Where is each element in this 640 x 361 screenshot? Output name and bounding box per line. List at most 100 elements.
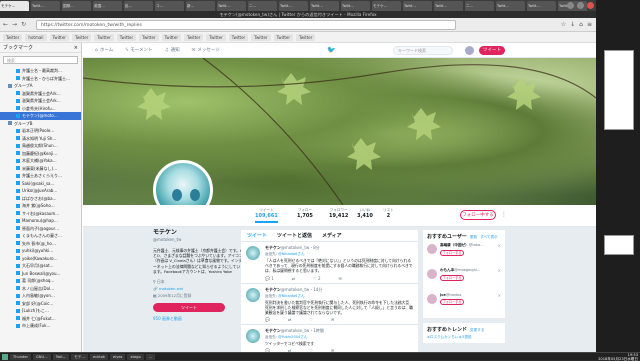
bookmark-star-icon[interactable]: ☆	[561, 21, 566, 28]
timeline-tab[interactable]: ツイートと返信	[277, 232, 312, 239]
sidebar-item[interactable]: サイ右(@kasaum…	[0, 210, 81, 218]
desktop-window-thumbnail[interactable]	[604, 50, 634, 130]
suggested-user[interactable]: 高嶋康（中国ゼ）@taka… フォローする ×	[427, 243, 501, 265]
dismiss-icon[interactable]: ×	[498, 268, 501, 273]
browser-tab[interactable]: 民…	[124, 1, 153, 11]
sidebar-item[interactable]: Jun Boswal(@you…	[0, 270, 81, 278]
taskbar-item[interactable]: GNU…	[33, 353, 51, 360]
like-icon[interactable]: ♡	[309, 317, 313, 322]
browser-tab[interactable]: Twitt…	[527, 1, 556, 11]
suggested-name[interactable]: 高嶋康（中国ゼ）	[440, 243, 469, 247]
taskbar-item[interactable]: …	[145, 353, 156, 360]
stat-4[interactable]: リスト 2	[383, 208, 394, 219]
bookmark-item[interactable]: Twitter	[206, 33, 226, 41]
sidebar-folder[interactable]: グループB	[0, 120, 81, 128]
browser-tab[interactable]: 英国…	[93, 1, 122, 11]
download-icon[interactable]: ↓	[570, 21, 575, 28]
bookmark-item[interactable]: Twitter	[183, 33, 204, 41]
reply-icon[interactable]: 💬 1	[265, 276, 274, 281]
sidebar-item[interactable]: 岩本正明(Poole…	[0, 127, 81, 135]
reply-icon[interactable]: 💬	[265, 317, 270, 322]
nav-home[interactable]: ⌂ ホーム	[95, 47, 113, 54]
sidebar-item[interactable]: [Lukch]もこ…	[0, 307, 81, 315]
bookmark-item[interactable]: Twitter	[116, 33, 137, 41]
sidebar-item[interactable]: 清水知明 Yuji Sh…	[0, 135, 81, 143]
sidebar-item[interactable]: 滋賀県弁護士会Ark…	[0, 90, 81, 98]
sidebar-item[interactable]: 大石早月(@sat…	[0, 262, 81, 270]
sidebar-item[interactable]: Mamorou(@hap…	[0, 217, 81, 225]
retweet-icon[interactable]: ⇄	[292, 276, 295, 281]
sidebar-item[interactable]: ばばひさお(@ba…	[0, 195, 81, 203]
reply-to-handle[interactable]: @Nikaido6さん	[278, 294, 304, 298]
tweet-avatar[interactable]	[246, 246, 260, 260]
browser-tab[interactable]: Twitt…	[31, 1, 60, 11]
maximize-button[interactable]	[577, 2, 584, 9]
sidebar-item[interactable]: モテケン(@moto…	[0, 112, 81, 120]
browser-tab[interactable]: Twitt…	[434, 1, 463, 11]
sidebar-item[interactable]: 原面内子(@agour…	[0, 225, 81, 233]
suggested-user[interactable]: jce@tiastos フォローする ×	[427, 293, 501, 315]
trend-item[interactable]: #ロスクムカンちレキ5週前	[427, 335, 501, 340]
screenshot-widget[interactable]	[604, 235, 634, 255]
bookmark-item[interactable]: Twitter	[94, 33, 114, 41]
media-link[interactable]: 950 画像と動画	[153, 316, 243, 322]
nav-moments[interactable]: ϟ モーメント	[125, 47, 152, 54]
taskbar-item[interactable]: eiyes	[110, 353, 126, 360]
sidebar-item[interactable]: Saki(@saki_sa…	[0, 180, 81, 188]
sidebar-item[interactable]: yuhki(@yuhki…	[0, 247, 81, 255]
suggested-user-avatar[interactable]	[427, 294, 437, 304]
sidebar-item[interactable]: 入内島敏(@yon…	[0, 292, 81, 300]
website-link[interactable]: motoken.net	[159, 286, 183, 291]
refresh-link[interactable]: 更新	[470, 235, 477, 239]
nav-notifications[interactable]: ♫ 通知	[165, 47, 180, 54]
timeline-tab[interactable]: ツイート	[247, 232, 267, 239]
close-sidebar-icon[interactable]: ×	[74, 43, 78, 52]
bookmark-item[interactable]: Twitter	[161, 33, 181, 41]
reply-to-handle[interactable]: @Yukin2004さん	[278, 335, 307, 339]
dismiss-icon[interactable]: ×	[498, 293, 501, 298]
taskbar-item[interactable]: xtego	[127, 353, 144, 360]
browser-tab[interactable]: 新…	[186, 1, 215, 11]
suggested-follow-button[interactable]: フォローする	[440, 299, 464, 305]
browser-tab[interactable]: Twitt…	[496, 1, 525, 11]
reply-to-handle[interactable]: @Nikaido6さん	[278, 252, 304, 256]
sidebar-item[interactable]: 鳥越俊太郎(Shun…	[0, 142, 81, 150]
sidebar-search-input[interactable]: 検索	[3, 56, 78, 64]
sidebar-item[interactable]: 海井 紫(@Soho…	[0, 202, 81, 210]
browser-tab[interactable]: ニ…	[465, 1, 494, 11]
suggested-user-avatar[interactable]	[427, 244, 437, 254]
bookmark-item[interactable]: Twitter	[139, 33, 159, 41]
browser-tab[interactable]: Twitt…	[279, 1, 308, 11]
minimize-button[interactable]	[567, 2, 574, 9]
suggested-user[interactable]: わもん本@moegoighi… フォローする ×	[427, 268, 501, 290]
back-icon[interactable]: ←	[3, 21, 8, 28]
home-icon[interactable]: ⌂	[579, 21, 583, 28]
sidebar-item[interactable]: 市上康成(Fuk…	[0, 322, 81, 330]
stat-1[interactable]: フォロー 1,705	[297, 208, 313, 219]
nav-tweet-button[interactable]: ツイート	[479, 46, 505, 55]
reload-icon[interactable]: ↻	[21, 21, 26, 28]
stat-3[interactable]: いいね 3,410	[357, 208, 373, 219]
taskbar-item[interactable]: Thunder	[10, 353, 31, 360]
suggested-follow-button[interactable]: フォローする	[440, 275, 464, 281]
tweet-avatar[interactable]	[246, 287, 260, 302]
sidebar-item[interactable]: 加藤慶紀(@Kenji…	[0, 150, 81, 158]
tweet-avatar[interactable]	[246, 329, 260, 344]
tweet-author-name[interactable]: モテケン	[265, 287, 281, 292]
twitter-bird-icon[interactable]: 🐦	[327, 46, 336, 54]
dismiss-icon[interactable]: ×	[498, 243, 501, 248]
browser-tab[interactable]: コ…	[155, 1, 184, 11]
browser-tab[interactable]: 国際…	[62, 1, 91, 11]
tweet-item[interactable]: モテケン@motoken_tw・14分 返信先: @Nikaido6さん 死刑判決を…	[241, 284, 418, 326]
website[interactable]: 🔗 motoken.net	[153, 285, 243, 292]
tweet-item[interactable]: モテケン@motoken_tw・8分 返信先: @Nikaido6さん 「人は人を死…	[241, 242, 418, 284]
sidebar-item[interactable]: 矢市 晋市(@_ho…	[0, 240, 81, 248]
close-window-button[interactable]	[587, 2, 594, 9]
taskbar-item[interactable]: ecktok	[90, 353, 108, 360]
forward-icon[interactable]: →	[12, 21, 17, 28]
profile-tweet-button[interactable]: ツイート	[153, 303, 225, 313]
sidebar-item[interactable]: 木ノ山屋吉(Dol…	[0, 285, 81, 293]
dm-icon[interactable]: ✉	[339, 276, 342, 281]
browser-tab[interactable]: ニ…	[248, 1, 277, 11]
tweet-author-name[interactable]: モテケン	[265, 245, 281, 250]
